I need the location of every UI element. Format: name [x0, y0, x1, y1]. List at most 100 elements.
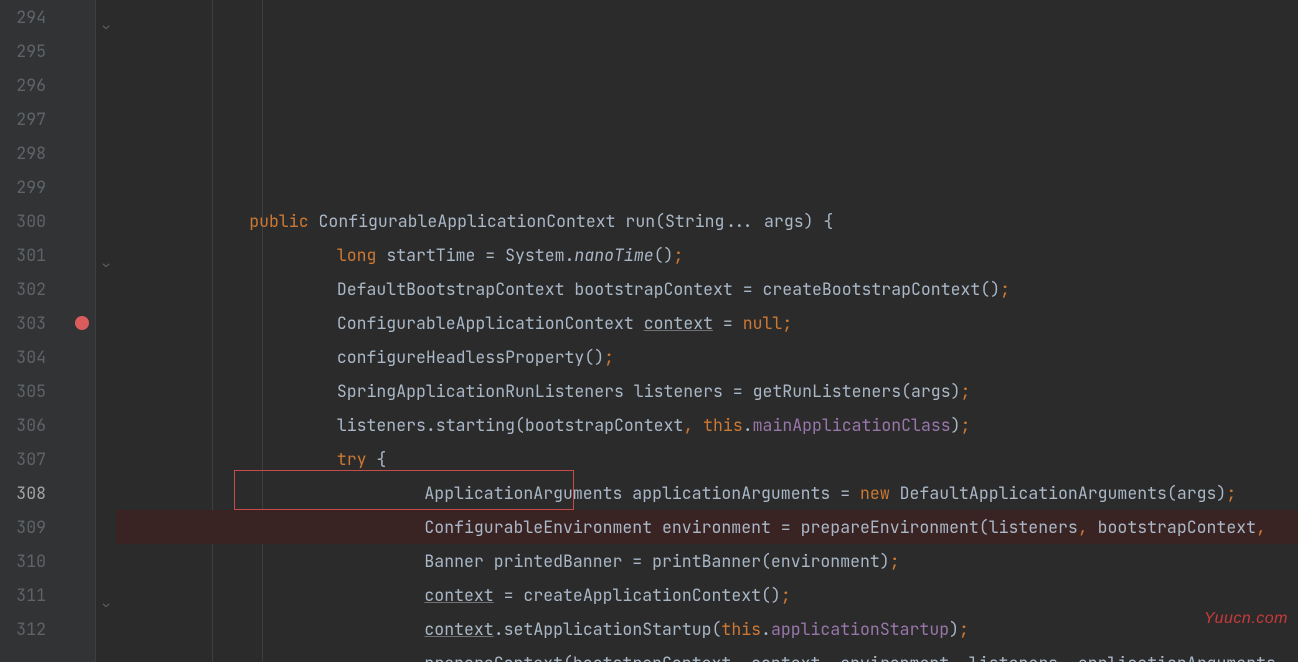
- code-token: mainApplicationClass: [753, 414, 951, 436]
- code-token: null: [743, 312, 783, 334]
- fold-toggle-icon[interactable]: ⌄: [99, 247, 113, 281]
- code-token: {: [376, 448, 386, 470]
- code-line[interactable]: context = createApplicationContext();: [116, 578, 1298, 612]
- line-number[interactable]: 300: [0, 204, 46, 238]
- code-token: context: [644, 312, 713, 334]
- line-number[interactable]: 305: [0, 374, 46, 408]
- code-area[interactable]: public ConfigurableApplicationContext ru…: [116, 0, 1298, 662]
- code-token: ;: [604, 346, 614, 368]
- line-number[interactable]: 301: [0, 238, 46, 272]
- line-number[interactable]: 310: [0, 544, 46, 578]
- code-token: ;: [890, 550, 900, 572]
- code-token: DefaultBootstrapContext bootstrapContext…: [337, 278, 1000, 300]
- code-line[interactable]: SpringApplicationRunListeners listeners …: [116, 374, 1298, 408]
- code-token: environment: [840, 652, 949, 662]
- code-token: .: [743, 414, 753, 436]
- code-token: ConfigurableEnvironment environment = pr…: [424, 516, 1077, 538]
- code-token: = createApplicationContext(): [494, 584, 781, 606]
- code-token: applicationArguments: [1078, 652, 1276, 662]
- code-token: ,: [949, 652, 969, 662]
- code-token: configureHeadlessProperty(): [337, 346, 604, 368]
- code-token: bootstrapContext: [1098, 516, 1256, 538]
- code-token: ): [951, 414, 961, 436]
- code-line[interactable]: prepareContext(bootstrapContext, context…: [116, 646, 1298, 662]
- code-editor[interactable]: 2942952962972982993003013023033043053063…: [0, 0, 1298, 662]
- code-token: ;: [782, 312, 792, 334]
- code-token: this: [703, 414, 743, 436]
- code-line[interactable]: Banner printedBanner = printBanner(envir…: [116, 544, 1298, 578]
- line-number[interactable]: 299: [0, 170, 46, 204]
- code-token: ApplicationArguments applicationArgument…: [424, 482, 860, 504]
- fold-gutter[interactable]: ⌄ ⌄ ⌄: [96, 0, 116, 662]
- code-token: DefaultApplicationArguments(args): [900, 482, 1227, 504]
- line-number[interactable]: 309: [0, 510, 46, 544]
- line-number[interactable]: 298: [0, 136, 46, 170]
- line-number[interactable]: 308: [0, 476, 46, 510]
- code-line[interactable]: ApplicationArguments applicationArgument…: [116, 476, 1298, 510]
- code-token: context: [424, 618, 493, 640]
- code-token: ,: [731, 652, 751, 662]
- line-number[interactable]: 294: [0, 0, 46, 34]
- line-number[interactable]: 312: [0, 612, 46, 646]
- code-token: .: [761, 618, 771, 640]
- code-token: ;: [673, 244, 683, 266]
- code-token: SpringApplicationRunListeners listeners …: [337, 380, 961, 402]
- code-token: ConfigurableApplicationContext: [337, 312, 644, 334]
- code-token: =: [713, 312, 743, 334]
- code-token: ,: [1078, 516, 1098, 538]
- code-line[interactable]: public ConfigurableApplicationContext ru…: [116, 204, 1298, 238]
- code-token: ,: [1256, 516, 1266, 538]
- code-line[interactable]: listeners.starting(bootstrapContext, thi…: [116, 408, 1298, 442]
- code-line[interactable]: context.setApplicationStartup(this.appli…: [116, 612, 1298, 646]
- breakpoint-dot-icon[interactable]: [75, 316, 89, 330]
- code-token: ,: [820, 652, 840, 662]
- code-token: this: [721, 618, 761, 640]
- code-line[interactable]: ConfigurableApplicationContext context =…: [116, 306, 1298, 340]
- code-token: ;: [961, 414, 971, 436]
- line-number[interactable]: 303: [0, 306, 46, 340]
- line-number[interactable]: 307: [0, 442, 46, 476]
- code-token: (: [655, 210, 665, 232]
- code-token: (): [654, 244, 674, 266]
- code-token: ): [949, 618, 959, 640]
- code-token: ;: [961, 380, 971, 402]
- code-line[interactable]: long startTime = System.nanoTime();: [116, 238, 1298, 272]
- line-number[interactable]: 302: [0, 272, 46, 306]
- code-token: applicationStartup: [771, 618, 949, 640]
- code-token: nanoTime: [574, 244, 653, 266]
- code-token: context: [751, 652, 820, 662]
- code-token: public: [249, 210, 318, 232]
- line-number[interactable]: 296: [0, 68, 46, 102]
- code-line[interactable]: DefaultBootstrapContext bootstrapContext…: [116, 272, 1298, 306]
- code-token: ConfigurableApplicationContext: [319, 210, 626, 232]
- code-token: ... args) {: [724, 210, 833, 232]
- code-token: context: [424, 584, 493, 606]
- code-line[interactable]: ConfigurableEnvironment environment = pr…: [116, 510, 1298, 544]
- fold-toggle-icon[interactable]: ⌄: [99, 587, 113, 621]
- code-token: long: [337, 244, 387, 266]
- line-number-gutter[interactable]: 2942952962972982993003013023033043053063…: [0, 0, 68, 662]
- code-token: ;: [1000, 278, 1010, 300]
- line-number[interactable]: 306: [0, 408, 46, 442]
- fold-toggle-icon[interactable]: ⌄: [99, 9, 113, 43]
- code-token: ;: [959, 618, 969, 640]
- code-line[interactable]: try {: [116, 442, 1298, 476]
- code-token: startTime = System.: [386, 244, 574, 266]
- code-token: prepareContext(bootstrapContext: [424, 652, 731, 662]
- line-number[interactable]: 297: [0, 102, 46, 136]
- code-token: listeners.starting(bootstrapContext: [337, 414, 684, 436]
- code-token: String: [665, 210, 724, 232]
- line-number[interactable]: 304: [0, 340, 46, 374]
- code-token: new: [860, 482, 900, 504]
- code-token: listeners: [969, 652, 1058, 662]
- code-token: ;: [781, 584, 791, 606]
- code-token: .setApplicationStartup(: [494, 618, 722, 640]
- code-token: ,: [1058, 652, 1078, 662]
- breakpoint-gutter[interactable]: [68, 0, 96, 662]
- line-number[interactable]: 311: [0, 578, 46, 612]
- code-token: try: [337, 448, 377, 470]
- code-line[interactable]: configureHeadlessProperty();: [116, 340, 1298, 374]
- code-token: run: [625, 210, 655, 232]
- code-token: ,: [683, 414, 703, 436]
- line-number[interactable]: 295: [0, 34, 46, 68]
